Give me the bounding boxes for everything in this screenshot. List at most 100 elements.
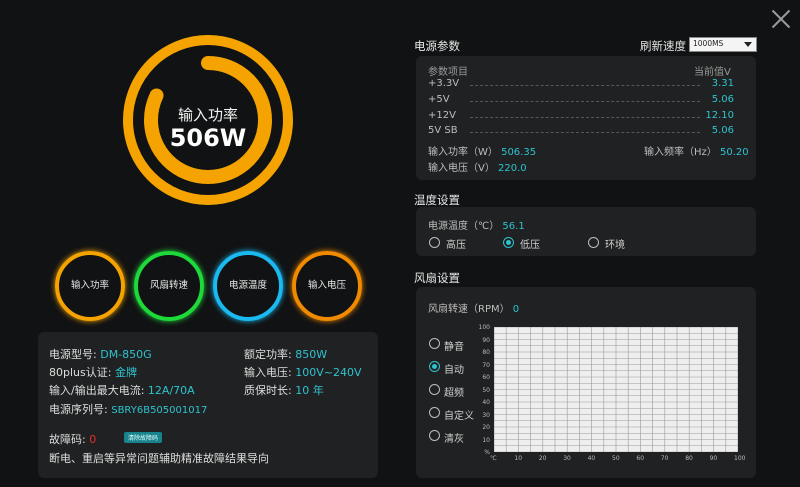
x-tick-label: 20 — [538, 455, 547, 462]
model-row: 电源型号: DM-850G — [49, 346, 152, 362]
psu-temp-row: 电源温度（℃） 56.1 — [428, 217, 525, 232]
input-volt-row: 输入电压（V） 220.0 — [428, 159, 527, 174]
param-name: +3.3V — [428, 78, 460, 89]
leader-line — [470, 132, 700, 133]
fan-mode-label: 自动 — [444, 365, 464, 376]
fault-description: 断电、重启等异常问题辅助精准故障结果导向 — [49, 452, 269, 465]
warranty-label: 质保时长: — [244, 384, 292, 397]
fan-mode-label: 超频 — [444, 388, 464, 399]
cert-row: 80plus认证: 金牌 — [49, 364, 137, 380]
param-row: +5V 5.06 — [428, 94, 736, 108]
y-tick-label: 20 — [482, 424, 490, 431]
serial-row: 电源序列号: SBRY6B505001017 — [49, 401, 207, 417]
x-tick-label: ℃ — [490, 455, 497, 462]
x-tick-label: 80 — [685, 455, 693, 462]
psu-temp-value: 56.1 — [502, 221, 525, 232]
input-power-label: 输入功率（W） — [428, 147, 498, 158]
rated-label: 额定功率: — [244, 348, 292, 361]
y-tick-label: 60 — [482, 374, 490, 381]
y-tick-label: 50 — [482, 386, 490, 394]
voltage-row: 输入电压: 100V~240V — [244, 364, 361, 380]
param-name: 5V SB — [428, 125, 458, 136]
temp-option-label: 环境 — [605, 240, 625, 251]
current-row: 输入/输出最大电流: 12A/70A — [49, 382, 195, 398]
leader-line — [470, 101, 700, 102]
cert-label: 80plus认证: — [49, 366, 112, 379]
ring-input-power[interactable]: 输入功率 — [55, 251, 125, 321]
y-tick-label: 30 — [482, 411, 490, 419]
input-power-value: 506.35 — [501, 147, 537, 158]
refresh-label: 刷新速度 — [640, 39, 686, 53]
fan-mode-silent[interactable] — [429, 338, 440, 349]
fault-row: 故障码: 0 — [49, 431, 96, 447]
y-tick-label: 100 — [478, 324, 490, 331]
chevron-down-icon — [744, 42, 752, 47]
input-freq-row: 输入频率（Hz） 50.20 — [644, 143, 749, 158]
fault-label: 故障码: — [49, 433, 86, 446]
y-tick-label: 40 — [482, 399, 490, 406]
refresh-select[interactable]: 1000MS — [689, 37, 757, 52]
fan-mode-label: 清灰 — [444, 434, 464, 445]
y-tick-label: 80 — [482, 349, 490, 356]
input-volt-value: 220.0 — [498, 163, 527, 174]
ring-fan-speed[interactable]: 风扇转速 — [134, 251, 204, 321]
fan-mode-overclock[interactable] — [429, 384, 440, 395]
refresh-value: 1000MS — [693, 39, 724, 48]
param-row: 5V SB 5.06 — [428, 125, 736, 139]
serial-label: 电源序列号: — [49, 403, 108, 416]
col-item-header: 参数项目 — [428, 67, 468, 78]
temp-option-label: 低压 — [520, 240, 540, 251]
clear-fault-button[interactable]: 清除故障码 — [124, 432, 163, 443]
fan-mode-label: 静音 — [444, 342, 464, 353]
param-row: +12V 12.10 — [428, 110, 736, 124]
y-tick-label: 70 — [482, 361, 490, 369]
temp-radio-high[interactable] — [429, 237, 440, 248]
model-label: 电源型号: — [49, 348, 97, 361]
ring-label: 风扇转速 — [149, 280, 188, 291]
cert-value: 金牌 — [114, 366, 137, 379]
param-value: 3.31 — [711, 78, 734, 89]
fan-title: 风扇设置 — [414, 271, 460, 285]
close-icon[interactable] — [770, 8, 792, 30]
fan-curve-chart[interactable] — [494, 327, 738, 452]
rated-row: 额定功率: 850W — [244, 346, 327, 362]
rated-value: 850W — [295, 348, 328, 361]
ring-label: 电源温度 — [228, 280, 267, 291]
x-tick-label: 90 — [709, 455, 718, 462]
param-value: 5.06 — [711, 94, 734, 105]
ring-input-voltage[interactable]: 输入电压 — [292, 251, 362, 321]
x-tick-label: 100 — [734, 455, 746, 462]
temp-radio-ambient[interactable] — [588, 237, 599, 248]
fan-mode-label: 自定义 — [444, 411, 474, 422]
leader-line — [470, 117, 700, 118]
fan-speed-value: 0 — [512, 304, 520, 315]
psu-temp-label: 电源温度（℃） — [428, 221, 500, 232]
y-tick-label: % — [484, 449, 490, 456]
gauge-value: 506W — [169, 124, 247, 152]
fan-mode-auto[interactable] — [429, 361, 440, 372]
fan-mode-clean[interactable] — [429, 430, 440, 441]
ring-psu-temp[interactable]: 电源温度 — [213, 251, 283, 321]
fan-speed-row: 风扇转速（RPM） 0 — [428, 300, 519, 315]
gauge-title: 输入功率 — [177, 106, 238, 124]
param-value: 12.10 — [705, 110, 734, 121]
model-value: DM-850G — [100, 348, 152, 361]
params-title: 电源参数 — [414, 39, 460, 53]
warranty-row: 质保时长: 10 年 — [244, 382, 324, 398]
current-value: 12A/70A — [147, 384, 195, 397]
voltage-label: 输入电压: — [244, 366, 292, 379]
param-name: +5V — [428, 94, 450, 105]
input-freq-label: 输入频率（Hz） — [644, 147, 717, 158]
fan-mode-custom[interactable] — [429, 407, 440, 418]
input-freq-value: 50.20 — [719, 147, 749, 158]
temp-radio-low[interactable] — [503, 237, 514, 248]
voltage-value: 100V~240V — [295, 366, 362, 379]
x-tick-label: 30 — [563, 455, 571, 462]
current-label: 输入/输出最大电流: — [49, 384, 145, 397]
ring-label: 输入功率 — [70, 280, 109, 291]
temp-option-label: 高压 — [446, 240, 466, 251]
ring-label: 输入电压 — [307, 280, 346, 291]
param-value: 5.06 — [711, 125, 734, 136]
leader-line — [470, 85, 700, 86]
y-tick-label: 90 — [482, 336, 490, 344]
